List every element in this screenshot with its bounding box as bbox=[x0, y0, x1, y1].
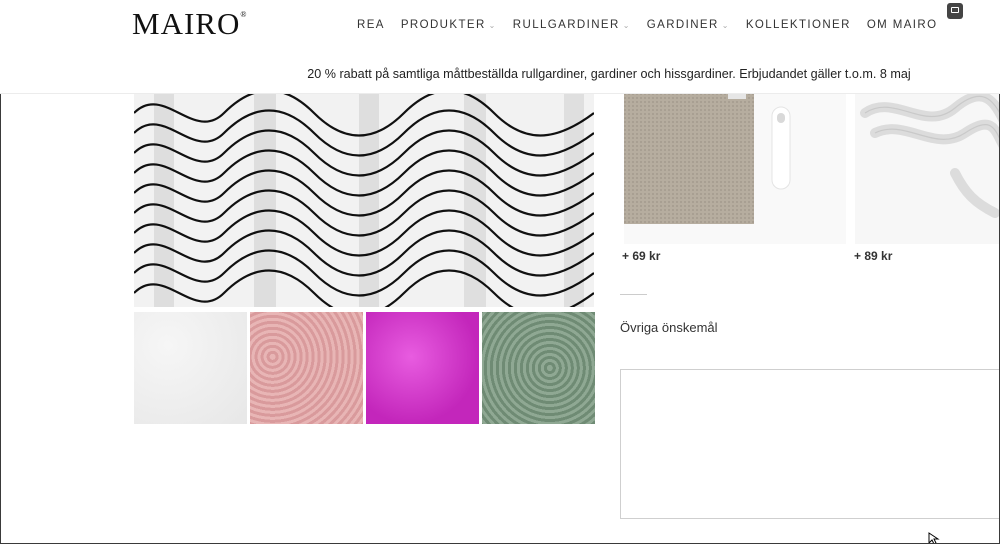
fabric-thumbnail-pink[interactable] bbox=[250, 312, 363, 424]
fabric-hook-image bbox=[624, 93, 846, 244]
mairo-logo[interactable]: MAIRO® bbox=[132, 6, 247, 42]
promo-banner: 20 % rabatt på samtliga måttbeställda ru… bbox=[307, 67, 911, 81]
curtain-pattern-image bbox=[134, 93, 594, 307]
fabric-thumbnail-green[interactable] bbox=[482, 312, 595, 424]
mouse-cursor-icon bbox=[928, 532, 940, 544]
nav-item-rea[interactable]: REA bbox=[357, 19, 385, 31]
main-nav: REA PRODUKTER ⌄ RULLGARDINER ⌄ GARDINER ⌄ K… bbox=[357, 19, 953, 31]
wish-label: Övriga önskemål bbox=[620, 320, 718, 335]
option-price: + 69 kr bbox=[622, 249, 661, 263]
divider bbox=[620, 294, 647, 295]
chat-icon[interactable] bbox=[947, 3, 963, 19]
nav-item-kollektioner[interactable]: KOLLEKTIONER bbox=[746, 19, 851, 31]
wish-textarea[interactable] bbox=[620, 369, 1000, 519]
fabric-thumbnail-magenta[interactable] bbox=[366, 312, 479, 424]
fabric-thumbnail-white[interactable] bbox=[134, 312, 247, 424]
chevron-down-icon: ⌄ bbox=[622, 20, 631, 30]
product-main-image[interactable] bbox=[134, 93, 594, 307]
option-image-cord[interactable] bbox=[855, 93, 1000, 244]
nav-item-om-mairo[interactable]: OM MAIRO bbox=[867, 19, 938, 31]
nav-item-rullgardiner[interactable]: RULLGARDINER ⌄ bbox=[513, 19, 631, 31]
option-image-fabric-hook[interactable] bbox=[624, 93, 846, 244]
chevron-down-icon: ⌄ bbox=[721, 20, 730, 30]
chevron-down-icon: ⌄ bbox=[488, 20, 497, 30]
cord-image bbox=[855, 93, 1000, 244]
option-price: + 89 kr bbox=[854, 249, 893, 263]
nav-item-gardiner[interactable]: GARDINER ⌄ bbox=[647, 19, 730, 31]
nav-item-produkter[interactable]: PRODUKTER ⌄ bbox=[401, 19, 497, 31]
site-header: MAIRO® REA PRODUKTER ⌄ RULLGARDINER ⌄ GARD… bbox=[0, 0, 1000, 94]
